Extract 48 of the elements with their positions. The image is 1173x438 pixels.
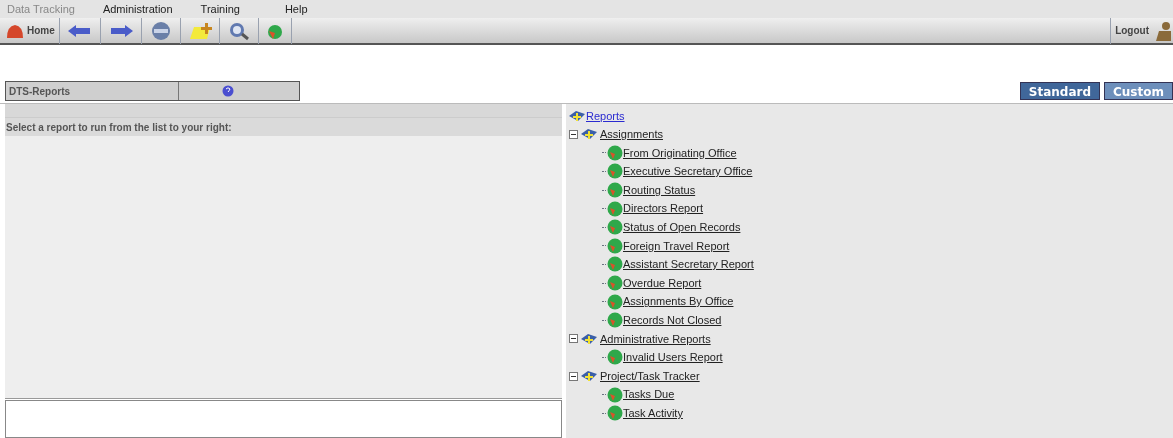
panel-title: DTS-Reports [6, 82, 179, 100]
report-ball-icon [607, 312, 623, 329]
home-button[interactable]: Home [5, 17, 60, 44]
folder-plus-icon [580, 331, 598, 346]
report-link[interactable]: Overdue Report [623, 274, 702, 292]
report-group-link[interactable]: Project/Task Tracker [600, 367, 700, 385]
report-link[interactable]: Executive Secretary Office [623, 163, 753, 180]
report-link[interactable]: Invalid Users Report [623, 349, 723, 366]
report-ball-icon [607, 182, 623, 199]
report-group-link[interactable]: Assignments [600, 126, 663, 143]
report-ball-icon [607, 219, 623, 236]
report-link[interactable]: From Originating Office [623, 144, 737, 162]
instruction-text: Select a report to run from the list to your right: [5, 120, 232, 135]
report-group-link[interactable]: Administrative Reports [600, 330, 711, 348]
report-ball-icon [607, 293, 623, 310]
report-ball-icon [607, 349, 623, 366]
collapse-icon[interactable] [569, 334, 578, 344]
folder-plus-icon [580, 369, 598, 383]
logout-button[interactable]: Logout [1110, 17, 1173, 44]
menu-item[interactable]: Administration [102, 0, 173, 18]
collapse-icon[interactable] [569, 371, 578, 381]
report-link[interactable]: Task Activity [623, 404, 683, 422]
report-link[interactable]: Tasks Due [623, 386, 675, 403]
collapse-icon[interactable] [569, 129, 578, 139]
report-link[interactable]: Foreign Travel Report [623, 237, 730, 255]
report-link[interactable]: Directors Report [623, 200, 704, 217]
folder-plus-icon [580, 127, 598, 142]
report-ball-icon [607, 237, 623, 254]
menu-item[interactable]: Help [284, 0, 308, 18]
report-link[interactable]: Status of Open Records [623, 219, 741, 236]
report-ball-icon [607, 256, 623, 273]
report-link[interactable]: Assignments By Office [623, 293, 734, 310]
report-ball-icon [607, 275, 623, 292]
help-icon [222, 85, 234, 97]
folder-plus-icon [568, 109, 586, 123]
report-tab[interactable]: Standard [1019, 82, 1100, 100]
report-link[interactable]: Routing Status [623, 181, 696, 199]
reports-root-link[interactable]: Reports [586, 107, 625, 125]
report-ball-icon [607, 405, 623, 422]
report-ball-icon [607, 163, 623, 180]
report-link[interactable]: Records Not Closed [623, 312, 722, 329]
report-link[interactable]: Assistant Secretary Report [623, 256, 754, 273]
person-icon [1153, 20, 1173, 41]
report-ball-icon [607, 144, 623, 161]
report-ball-icon [607, 386, 623, 403]
report-ball-icon [607, 200, 623, 217]
home-bell-icon [5, 22, 25, 39]
menu-item[interactable]: Training [200, 0, 240, 18]
